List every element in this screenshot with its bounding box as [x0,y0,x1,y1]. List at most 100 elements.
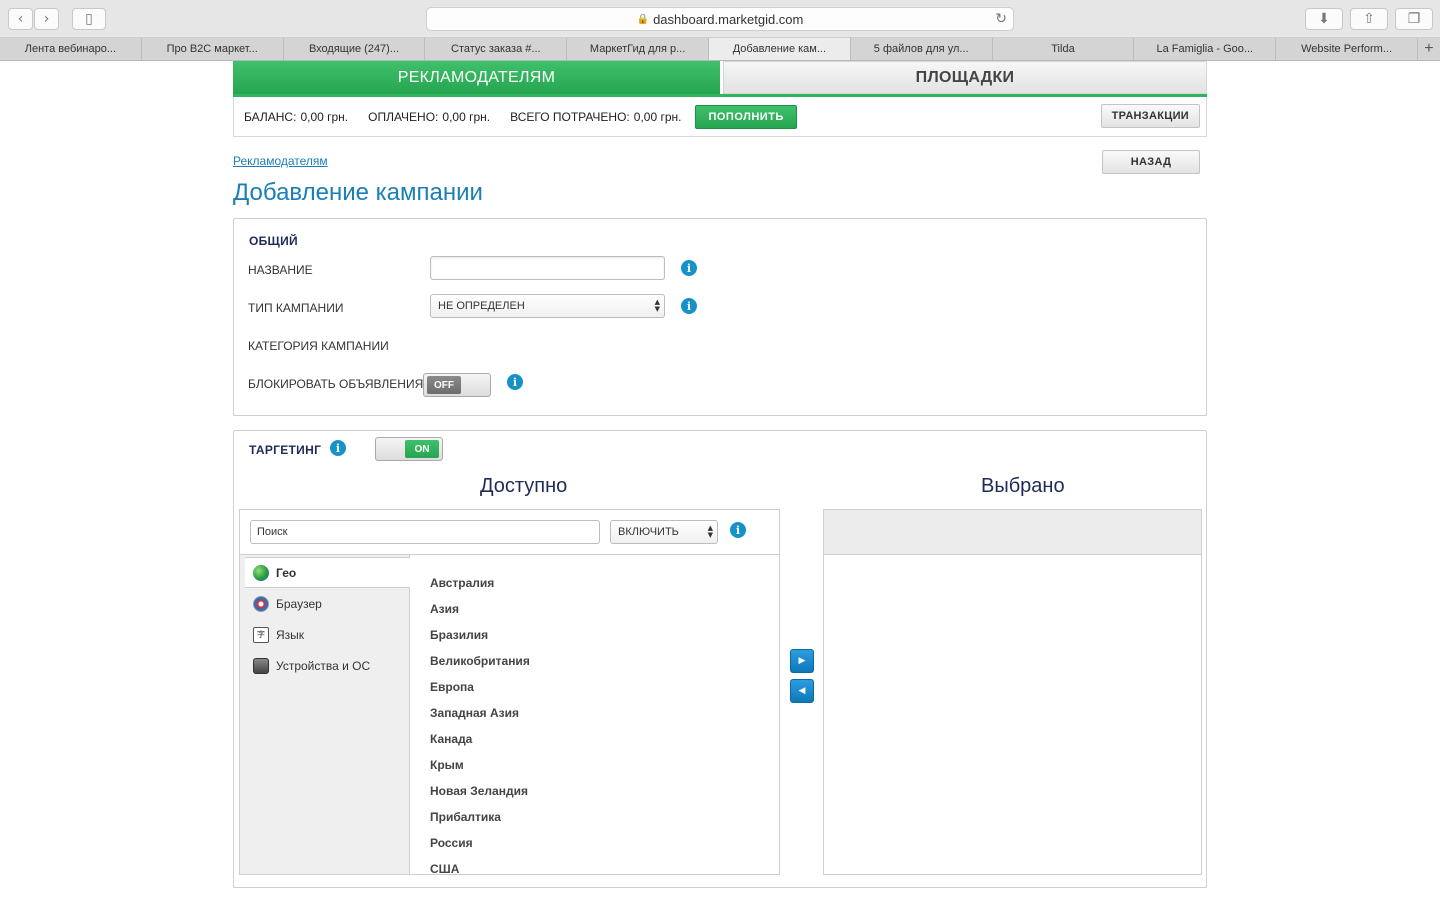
item-list: Австралия Азия Бразилия Великобритания Европ… [430,570,760,873]
downloads-icon[interactable]: ⬇ [1305,8,1343,30]
browser-tab[interactable]: Website Perform... [1276,38,1418,60]
mode-value: ВКЛЮЧИТЬ [618,526,679,538]
list-item[interactable]: Россия [430,830,760,856]
breadcrumb[interactable]: Рекламодателям [233,154,328,168]
tabs-overview-icon[interactable]: ❐ [1395,8,1433,30]
browser-tab[interactable]: МаркетГид для р... [567,38,709,60]
sidebar-toggle-icon[interactable]: ▯ [72,8,106,30]
list-item[interactable]: Новая Зеландия [430,778,760,804]
top-tabs: РЕКЛАМОДАТЕЛЯМ ПЛОЩАДКИ [233,61,1207,97]
spent-label: Всего потрачено: [510,109,630,124]
tab-sites[interactable]: ПЛОЩАДКИ [723,61,1207,94]
back-button[interactable]: НАЗАД [1102,150,1200,174]
info-icon[interactable]: i [730,522,746,538]
browser-tab[interactable]: La Famiglia - Goo... [1134,38,1277,60]
campaign-category-label: Категория кампании [248,339,389,353]
back-arrow-icon[interactable]: ‹ [8,8,33,30]
share-icon[interactable]: ⇧ [1350,8,1388,30]
selected-box [823,509,1202,875]
category-label: Браузер [276,596,322,611]
transactions-button[interactable]: ТРАНЗАКЦИИ [1100,104,1200,128]
category-item[interactable]: Гео [245,557,410,588]
topup-button[interactable]: ПОПОЛНИТЬ [695,104,797,129]
list-item[interactable]: Канада [430,726,760,752]
search-input[interactable]: Поиск [250,520,600,544]
targeting-toggle[interactable]: ON [375,437,443,461]
campaign-name-input[interactable] [430,256,665,280]
campaign-type-select[interactable]: НЕ ОПРЕДЕЛЕН ▲ ▼ [430,294,665,318]
info-icon[interactable]: i [330,440,346,456]
toggle-knob: OFF [427,376,461,394]
category-list: Гео Браузер 字 Язык Устройства и ОС [240,555,410,874]
selected-header [824,510,1201,555]
targeting-section-title: Таргетинг [249,443,322,457]
available-title: Доступно [480,475,568,497]
tab-advertisers[interactable]: РЕКЛАМОДАТЕЛЯМ [233,61,720,94]
arrow-left-icon: ◀ [798,686,806,696]
list-item[interactable]: Бразилия [430,622,760,648]
category-label: Устройства и ОС [276,658,371,673]
info-icon[interactable]: i [507,374,523,390]
arrow-right-icon: ▶ [798,656,806,666]
list-item[interactable]: Западная Азия [430,700,760,726]
move-right-button[interactable]: ▶ [790,649,814,673]
select-arrows-icon: ▲ ▼ [654,298,660,313]
info-icon[interactable]: i [681,298,697,314]
browser-tab-strip: Лента вебинаро... Про B2C маркет... Входящ… [0,38,1440,61]
list-item[interactable]: Азия [430,596,760,622]
globe-icon [253,564,269,581]
move-left-button[interactable]: ◀ [790,679,814,703]
general-section-title: Общий [249,234,298,248]
list-item[interactable]: Крым [430,752,760,778]
balance-value: 0,00 грн. [300,109,349,124]
browser-tab[interactable]: Лента вебинаро... [0,38,142,60]
list-item[interactable]: Прибалтика [430,804,760,830]
list-item[interactable]: США [430,856,760,873]
balance-label: Баланс: [244,109,297,124]
category-label: Гео [276,565,297,580]
balance-bar: Баланс: 0,00 грн. Оплачено: 0,00 грн. Вс… [233,97,1207,137]
lock-icon: 🔒 [636,13,650,25]
browser-tab[interactable]: Входящие (247)... [284,38,426,60]
block-ads-label: Блокировать объявления [248,377,424,391]
spent-value: 0,00 грн. [633,109,682,124]
device-icon [253,657,269,674]
available-box: Поиск ВКЛЮЧИТЬ ▲ ▼ i Гео Браузер 字 Язык Устро… [239,509,780,875]
mode-select[interactable]: ВКЛЮЧИТЬ ▲ ▼ [610,520,718,544]
browser-tab[interactable]: Добавление кам... [708,38,851,60]
category-item[interactable]: Браузер [240,588,409,619]
page-title: Добавление кампании [233,179,483,206]
selected-title: Выбрано [981,475,1065,497]
browser-toolbar: ‹ › ▯ 🔒 dashboard.marketgid.com ↻ ⬇ ⇧ ❐ [0,0,1440,38]
browser-icon [253,595,269,612]
browser-tab[interactable]: Tilda [993,38,1135,60]
paid-label: Оплачено: [368,109,439,124]
browser-tab[interactable]: Статус заказа #... [425,38,568,60]
new-tab-icon[interactable]: + [1418,38,1440,60]
campaign-type-value: НЕ ОПРЕДЕЛЕН [438,300,525,312]
block-ads-toggle[interactable]: OFF [423,373,491,397]
available-toolbar: Поиск ВКЛЮЧИТЬ ▲ ▼ i [240,510,779,555]
browser-tab[interactable]: 5 файлов для ул... [851,38,993,60]
url-text: dashboard.marketgid.com [653,11,804,27]
address-bar[interactable]: 🔒 dashboard.marketgid.com ↻ [426,7,1014,31]
category-item[interactable]: 字 Язык [240,619,409,650]
category-label: Язык [276,627,305,642]
language-icon: 字 [253,626,269,643]
category-item[interactable]: Устройства и ОС [240,650,409,681]
forward-arrow-icon[interactable]: › [34,8,59,30]
campaign-type-label: Тип кампании [248,301,344,315]
general-panel: Общий Название i Тип кампании НЕ ОПРЕДЕЛ… [233,218,1207,416]
info-icon[interactable]: i [681,260,697,276]
list-item[interactable]: Европа [430,674,760,700]
toggle-knob: ON [405,440,439,458]
list-item[interactable]: Австралия [430,570,760,596]
list-item[interactable]: Великобритания [430,648,760,674]
browser-tab[interactable]: Про B2C маркет... [142,38,284,60]
targeting-panel: Таргетинг i ON Доступно Выбрано Поиск ВК… [233,430,1207,888]
reload-icon[interactable]: ↻ [995,11,1007,27]
select-arrows-icon: ▲ ▼ [707,524,713,539]
page-content: РЕКЛАМОДАТЕЛЯМ ПЛОЩАДКИ Баланс: 0,00 грн… [233,61,1207,888]
name-label: Название [248,263,313,277]
paid-value: 0,00 грн. [442,109,491,124]
